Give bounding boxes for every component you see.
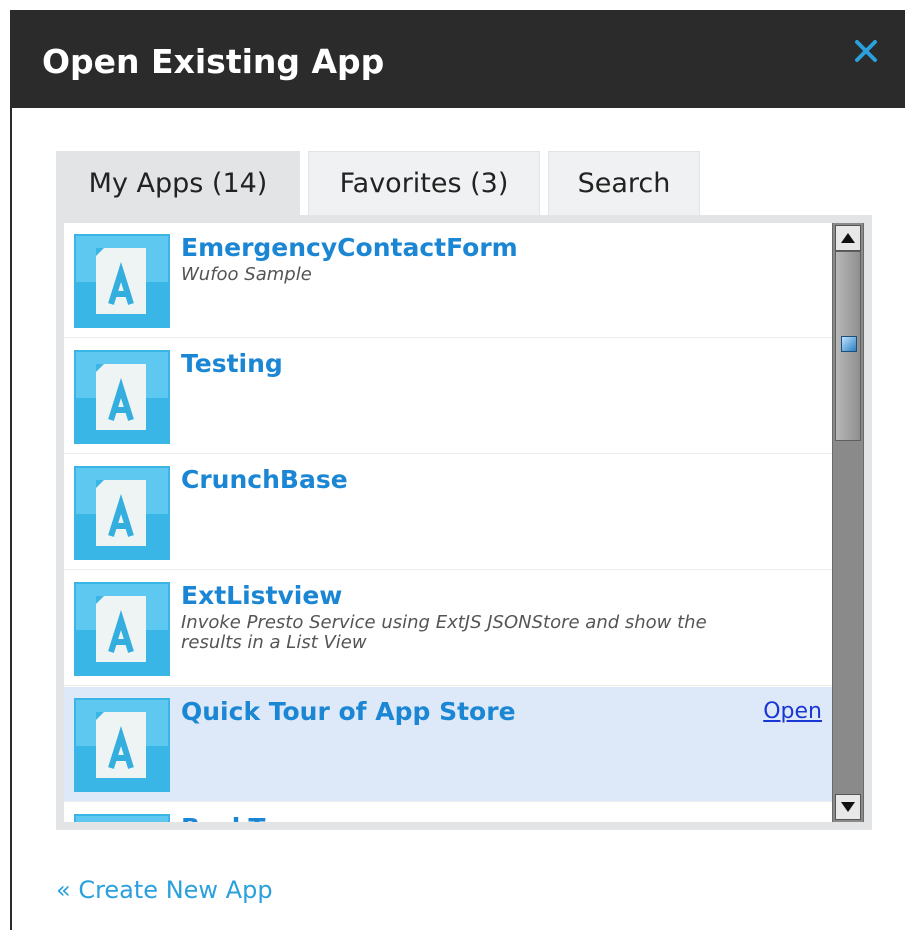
app-description: Wufoo Sample: [181, 264, 312, 285]
apps-panel: EmergencyContactForm Wufoo Sample Testin…: [56, 215, 872, 830]
app-name[interactable]: ExtListview: [181, 581, 342, 610]
tab-label: Search: [577, 168, 671, 199]
app-name[interactable]: Testing: [181, 349, 283, 378]
app-name[interactable]: CrunchBase: [181, 465, 348, 494]
open-app-link[interactable]: Open: [763, 699, 822, 724]
app-name[interactable]: Quick Tour of App Store: [181, 697, 516, 726]
app-list-item[interactable]: Testing: [64, 339, 832, 454]
app-document-icon: [74, 698, 170, 792]
app-list-item[interactable]: EmergencyContactForm Wufoo Sample: [64, 223, 832, 338]
tab-label: My Apps (14): [88, 168, 268, 199]
tab-favorites[interactable]: Favorites (3): [308, 151, 540, 215]
dialog-titlebar: Open Existing App: [12, 10, 905, 108]
app-list-item-selected[interactable]: Quick Tour of App Store Open: [64, 687, 832, 802]
scroll-up-arrow-icon[interactable]: [835, 225, 861, 251]
app-name[interactable]: EmergencyContactForm: [181, 233, 518, 262]
close-icon[interactable]: [853, 38, 879, 64]
scroll-grip-icon: [841, 336, 857, 352]
app-list-item[interactable]: CrunchBase: [64, 455, 832, 570]
app-description: Invoke Presto Service using ExtJS JSONSt…: [181, 612, 707, 653]
tab-my-apps[interactable]: My Apps (14): [56, 151, 300, 215]
app-list-item[interactable]: ExtListview Invoke Presto Service using …: [64, 571, 832, 686]
app-document-icon: [74, 350, 170, 444]
app-document-icon: [74, 234, 170, 328]
app-list[interactable]: EmergencyContactForm Wufoo Sample Testin…: [64, 223, 832, 822]
tab-label: Favorites (3): [339, 168, 509, 199]
create-new-app-link[interactable]: « Create New App: [56, 876, 273, 904]
app-list-item[interactable]: BackType: [64, 803, 832, 822]
app-document-icon: [74, 814, 170, 822]
vertical-scrollbar[interactable]: [832, 223, 864, 822]
scroll-down-arrow-icon[interactable]: [835, 794, 861, 820]
app-name[interactable]: BackType: [181, 813, 314, 822]
app-document-icon: [74, 582, 170, 676]
open-app-dialog: Open Existing App My Apps (14) Favorites…: [10, 10, 905, 930]
app-document-icon: [74, 466, 170, 560]
dialog-title: Open Existing App: [42, 42, 385, 81]
scroll-thumb[interactable]: [835, 251, 861, 441]
tab-search[interactable]: Search: [548, 151, 700, 215]
